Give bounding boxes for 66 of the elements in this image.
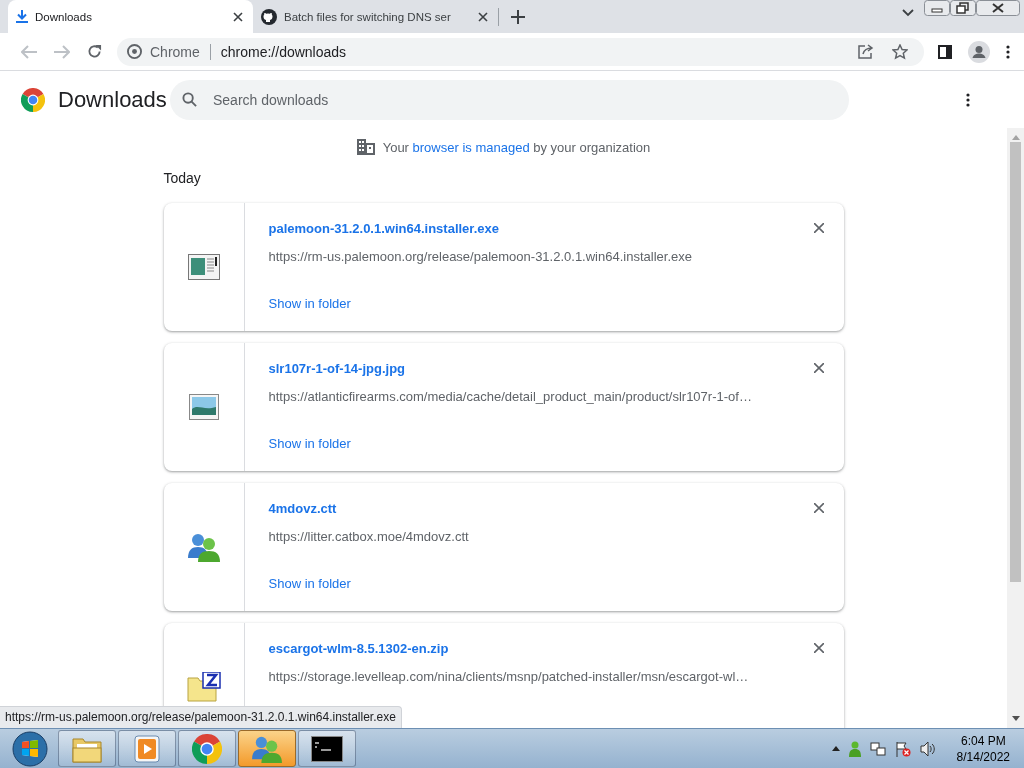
flag-error-icon[interactable]: [894, 740, 911, 757]
scroll-down-icon[interactable]: [1011, 716, 1020, 722]
clock-date: 8/14/2022: [956, 748, 1010, 765]
managed-link[interactable]: browser is managed: [412, 139, 530, 155]
building-icon: [356, 139, 375, 155]
browser-tab[interactable]: Downloads: [8, 0, 253, 33]
chevron-down-icon[interactable]: [902, 9, 914, 17]
file-name-link[interactable]: palemoon-31.2.0.1.win64.installer.exe: [268, 221, 499, 236]
url-text: chrome://downloads: [220, 43, 348, 60]
close-icon[interactable]: [813, 643, 824, 653]
source-url: https://rm-us.palemoon.org/release/palemoon-31.2.0.1.win64.installer.exe: [268, 249, 693, 264]
close-icon[interactable]: [813, 503, 824, 513]
source-url: https://storage.levelleap.com/nina/clients/msnp/patched-installer/msn/escargot-wl…: [268, 669, 750, 684]
cat-logo-icon: [261, 8, 277, 25]
plus-icon[interactable]: [511, 9, 525, 24]
clock-time: 6:04 PM: [960, 732, 1006, 749]
caret-up-icon[interactable]: [831, 746, 840, 751]
profile-avatar-icon[interactable]: [968, 40, 990, 63]
menu-icon[interactable]: [1006, 44, 1010, 59]
browser-tab[interactable]: Batch files for switching DNS ser: [253, 0, 498, 33]
section-heading: Today: [163, 170, 202, 186]
chrome-logo-icon: [127, 44, 142, 59]
search-icon: [182, 92, 197, 107]
show-in-folder-link[interactable]: Show in folder: [268, 576, 351, 591]
site-label: Chrome: [150, 43, 200, 60]
page-title: Downloads: [58, 86, 168, 113]
star-icon[interactable]: [892, 43, 908, 60]
reload-icon[interactable]: [87, 44, 102, 59]
play-tile-icon: [134, 734, 160, 763]
managed-notice: Your browser is managed by your organization: [382, 139, 651, 155]
taskbar-button[interactable]: [298, 730, 356, 767]
zipped-folder-icon: [186, 672, 221, 702]
scroll-thumb[interactable]: [1010, 142, 1021, 582]
close-icon[interactable]: [813, 223, 824, 233]
file-name-link[interactable]: 4mdovz.ctt: [268, 501, 337, 516]
file-name-link[interactable]: slr107r-1-of-14-jpg.jpg: [268, 361, 406, 376]
show-in-folder-link[interactable]: Show in folder: [268, 436, 351, 451]
file-name-link[interactable]: escargot-wlm-8.5.1302-en.zip: [268, 641, 449, 656]
clock[interactable]: 6:04 PM 8/14/2022: [956, 732, 1010, 765]
source-url: https://atlanticfirearms.com/media/cache/detail_product_main/product/slr107r-1-of…: [268, 389, 753, 404]
command-prompt-icon: [311, 735, 343, 762]
address-bar[interactable]: Chrome chrome://downloads: [117, 37, 924, 66]
search-field[interactable]: Search downloads: [211, 90, 837, 109]
more-menu-icon[interactable]: [966, 92, 970, 107]
chrome-logo-icon: [192, 733, 222, 764]
source-url: https://litter.catbox.moe/4mdovz.ctt: [268, 529, 470, 544]
side-panel-icon[interactable]: [938, 44, 952, 59]
close-icon[interactable]: [476, 9, 490, 24]
close-window-icon[interactable]: [976, 0, 1020, 16]
network-icon[interactable]: [869, 740, 886, 757]
landscape-image-icon: [188, 394, 219, 420]
two-people-icon: [186, 532, 221, 562]
restore-icon[interactable]: [950, 0, 976, 16]
close-icon[interactable]: [231, 9, 245, 24]
two-people-icon: [251, 734, 283, 763]
close-icon[interactable]: [813, 363, 824, 373]
chrome-logo-icon: [21, 87, 45, 112]
search-bar[interactable]: Search downloads: [170, 79, 849, 120]
download-icon: [16, 10, 28, 23]
share-icon[interactable]: [858, 43, 874, 59]
status-bubble: https://rm-us.palemoon.org/release/palemoon-31.2.0.1.win64.installer.exe: [0, 706, 402, 728]
speaker-icon[interactable]: [919, 740, 936, 757]
start-orb-icon[interactable]: [10, 729, 50, 768]
program-window-icon: [187, 254, 220, 280]
scrollbar[interactable]: [1007, 128, 1024, 728]
show-in-folder-link[interactable]: Show in folder: [268, 296, 351, 311]
